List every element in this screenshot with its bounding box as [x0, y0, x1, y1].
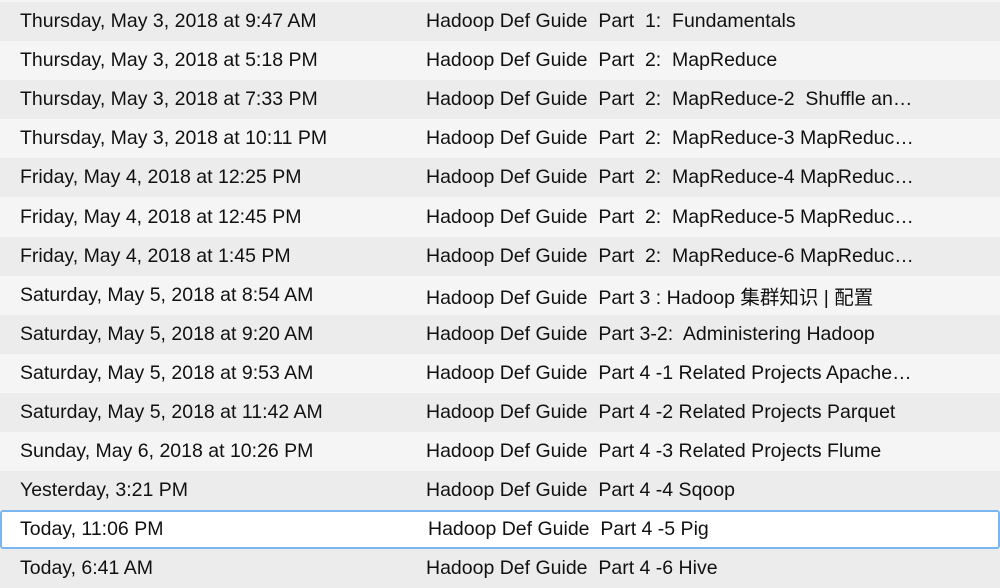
- item-date: Saturday, May 5, 2018 at 9:20 AM: [20, 322, 314, 345]
- item-date: Today, 6:41 AM: [20, 557, 153, 580]
- item-date: Saturday, May 5, 2018 at 9:53 AM: [20, 361, 314, 384]
- list-item-selected[interactable]: Today, 11:06 PM Hadoop Def Guide Part 4 -…: [0, 510, 1000, 550]
- item-title: Hadoop Def Guide Part 2: MapReduce-3 Map…: [426, 127, 914, 150]
- list-item[interactable]: Saturday, May 5, 2018 at 9:20 AM Hadoop D…: [0, 314, 1000, 354]
- document-list: Thursday, May 3, 2018 at 9:47 AM Hadoop D…: [0, 2, 1000, 588]
- item-title: Hadoop Def Guide Part 2: MapReduce-4 Map…: [426, 166, 914, 189]
- list-item[interactable]: Today, 6:41 AM Hadoop Def Guide Part 4 -6…: [0, 549, 1000, 588]
- item-title: Hadoop Def Guide Part 4 -2 Related Proje…: [426, 400, 896, 423]
- item-title: Hadoop Def Guide Part 4 -3 Related Proje…: [426, 440, 882, 463]
- item-date: Saturday, May 5, 2018 at 8:54 AM: [20, 283, 314, 306]
- item-title: Hadoop Def Guide Part 2: MapReduce-5 Map…: [426, 205, 914, 228]
- item-title: Hadoop Def Guide Part 2: MapReduce-6 Map…: [426, 244, 914, 267]
- item-title: Hadoop Def Guide Part 2: MapReduce: [426, 49, 778, 72]
- item-date: Thursday, May 3, 2018 at 9:47 AM: [20, 10, 317, 33]
- item-title: Hadoop Def Guide Part 3 : Hadoop 集群知识 | …: [426, 286, 874, 309]
- item-title: Hadoop Def Guide Part 2: MapReduce-2 Shu…: [426, 88, 913, 111]
- item-title: Hadoop Def Guide Part 4 -1 Related Proje…: [426, 361, 912, 384]
- item-title: Hadoop Def Guide Part 4 -4 Sqoop: [426, 479, 735, 502]
- list-item[interactable]: Thursday, May 3, 2018 at 7:33 PM Hadoop D…: [0, 80, 1000, 120]
- item-date: Sunday, May 6, 2018 at 10:26 PM: [20, 440, 314, 463]
- list-item[interactable]: Thursday, May 3, 2018 at 9:47 AM Hadoop D…: [0, 2, 1000, 42]
- list-item[interactable]: Thursday, May 3, 2018 at 5:18 PM Hadoop D…: [0, 41, 1000, 81]
- item-date: Friday, May 4, 2018 at 1:45 PM: [20, 244, 291, 267]
- list-item[interactable]: Friday, May 4, 2018 at 12:45 PM Hadoop De…: [0, 197, 1000, 237]
- item-date: Yesterday, 3:21 PM: [20, 479, 189, 502]
- item-title: Hadoop Def Guide Part 1: Fundamentals: [426, 10, 796, 33]
- item-date: Thursday, May 3, 2018 at 7:33 PM: [20, 88, 318, 111]
- item-title: Hadoop Def Guide Part 3-2: Administering…: [426, 322, 875, 345]
- list-item[interactable]: Saturday, May 5, 2018 at 8:54 AM Hadoop D…: [0, 275, 1000, 315]
- list-item[interactable]: Saturday, May 5, 2018 at 11:42 AM Hadoop …: [0, 392, 1000, 433]
- item-date: Today, 11:06 PM: [20, 518, 164, 541]
- item-date: Friday, May 4, 2018 at 12:45 PM: [20, 205, 302, 228]
- list-item[interactable]: Friday, May 4, 2018 at 12:25 PM Hadoop De…: [0, 158, 1000, 198]
- list-item[interactable]: Sunday, May 6, 2018 at 10:26 PM Hadoop De…: [0, 432, 1000, 472]
- item-date: Thursday, May 3, 2018 at 5:18 PM: [20, 49, 318, 72]
- item-date: Thursday, May 3, 2018 at 10:11 PM: [20, 127, 328, 150]
- item-title: Hadoop Def Guide Part 4 -5 Pig: [428, 518, 709, 541]
- list-item[interactable]: Thursday, May 3, 2018 at 10:11 PM Hadoop …: [0, 119, 1000, 159]
- list-item[interactable]: Yesterday, 3:21 PM Hadoop Def Guide Part …: [0, 471, 1000, 511]
- list-item[interactable]: Friday, May 4, 2018 at 1:45 PM Hadoop Def…: [0, 236, 1000, 276]
- item-date: Friday, May 4, 2018 at 12:25 PM: [20, 166, 302, 189]
- list-item[interactable]: Saturday, May 5, 2018 at 9:53 AM Hadoop D…: [0, 353, 1000, 393]
- item-date: Saturday, May 5, 2018 at 11:42 AM: [20, 400, 323, 423]
- item-title: Hadoop Def Guide Part 4 -6 Hive: [426, 557, 718, 580]
